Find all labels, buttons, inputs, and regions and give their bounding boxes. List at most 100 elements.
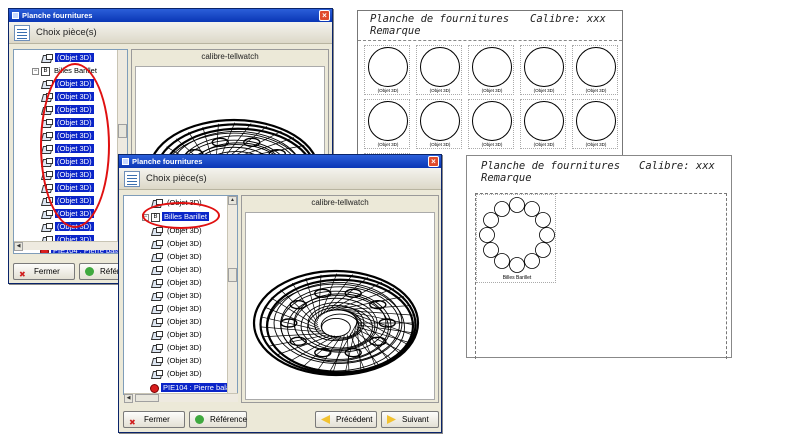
object-3d-icon xyxy=(152,330,163,340)
close-button[interactable]: Fermer xyxy=(123,411,185,428)
object-3d-icon xyxy=(152,239,163,249)
scroll-left-icon[interactable]: ◀ xyxy=(124,394,133,403)
close-button[interactable]: Fermer xyxy=(13,263,75,280)
preview-title: calibre-tellwatch xyxy=(311,198,369,207)
button-label: Référence xyxy=(210,415,247,424)
part-label: (Objet 3D) xyxy=(481,142,503,147)
reference-icon xyxy=(195,415,204,424)
tree-item[interactable]: (Objet 3D) xyxy=(152,354,204,367)
scroll-thumb[interactable] xyxy=(135,394,159,402)
button-label: Fermer xyxy=(144,415,170,424)
object-3d-icon xyxy=(152,278,163,288)
horizontal-scrollbar[interactable]: ◀ xyxy=(124,393,238,403)
part-cell: (Objet 3D) xyxy=(364,99,410,149)
object-3d-icon xyxy=(152,343,163,353)
tree-item[interactable]: (Objet 3D) xyxy=(152,315,204,328)
object-3d-icon xyxy=(152,226,163,236)
dialog-front: Planche fournitures × Choix pièce(s) (Ob… xyxy=(118,154,442,433)
billes-barillet-group: Billes Barillet xyxy=(476,194,556,283)
part-cell: (Objet 3D) xyxy=(468,99,514,149)
ball-circle xyxy=(509,257,525,273)
tree-item[interactable]: (Objet 3D) xyxy=(152,276,204,289)
button-label: Précédent xyxy=(336,415,373,424)
part-circle xyxy=(472,47,512,87)
part-circle xyxy=(472,101,512,141)
object-3d-icon xyxy=(152,317,163,327)
tree-item[interactable]: (Objet 3D) xyxy=(152,289,204,302)
tree-item-label: PIE104 : Pierre bala xyxy=(161,383,233,392)
tree-item[interactable]: (Objet 3D) xyxy=(152,367,204,380)
tree-item[interactable]: (Objet 3D) xyxy=(42,51,94,64)
object-3d-icon xyxy=(42,53,53,63)
collapse-icon[interactable]: − xyxy=(32,67,39,75)
ball-circle xyxy=(535,212,551,228)
tree-item-label: (Objet 3D) xyxy=(167,317,202,326)
watch-linework xyxy=(252,269,420,377)
app-icon xyxy=(122,158,129,165)
tree-item[interactable]: (Objet 3D) xyxy=(152,237,204,250)
tree-item[interactable]: (Objet 3D) xyxy=(152,250,204,263)
tree-item-label: (Objet 3D) xyxy=(167,356,202,365)
tree-item-label: (Objet 3D) xyxy=(55,53,94,62)
tree-item[interactable]: (Objet 3D) xyxy=(152,328,204,341)
sheet-calibre: Calibre: xxx xyxy=(639,160,715,172)
tree-item-label: (Objet 3D) xyxy=(167,278,202,287)
button-label: Fermer xyxy=(34,267,60,276)
sheet-title: Planche de fournitures xyxy=(481,160,621,172)
tree-item[interactable]: (Objet 3D) xyxy=(152,263,204,276)
assembly-icon: B xyxy=(41,66,50,76)
scroll-up-icon[interactable]: ▲ xyxy=(228,196,237,205)
part-cell: (Objet 3D) xyxy=(572,99,618,149)
ball-circle xyxy=(524,201,540,217)
highlight-ellipse xyxy=(142,202,220,229)
part-label: (Objet 3D) xyxy=(585,142,607,147)
ball-circle xyxy=(509,197,525,213)
part-circle xyxy=(524,101,564,141)
close-x-icon xyxy=(129,415,138,424)
toolbar-label: Choix pièce(s) xyxy=(146,173,207,184)
ball-ring-drawing xyxy=(479,197,555,273)
tree-item-label: (Objet 3D) xyxy=(167,343,202,352)
close-icon[interactable]: × xyxy=(428,156,439,167)
titlebar: Planche fournitures × xyxy=(9,9,332,22)
part-cell: (Objet 3D) xyxy=(520,45,566,95)
supply-sheet-bottom: Planche de fournitures Calibre: xxx Rema… xyxy=(466,155,732,359)
scroll-thumb[interactable] xyxy=(118,124,127,138)
tree-item[interactable]: (Objet 3D) xyxy=(152,302,204,315)
part-label: (Objet 3D) xyxy=(377,88,399,93)
previous-button[interactable]: Précédent xyxy=(315,411,377,428)
scroll-thumb[interactable] xyxy=(228,268,237,282)
part-label: (Objet 3D) xyxy=(377,142,399,147)
next-button[interactable]: Suivant xyxy=(381,411,439,428)
vertical-scrollbar[interactable]: ▲ xyxy=(227,196,237,394)
object-3d-icon xyxy=(152,356,163,366)
group-label: Billes Barillet xyxy=(502,275,532,281)
ball-circle xyxy=(524,253,540,269)
window-title: Planche fournitures xyxy=(22,11,93,20)
part-label: (Objet 3D) xyxy=(533,142,555,147)
tree-item-label: (Objet 3D) xyxy=(167,369,202,378)
ball-circle xyxy=(539,227,555,243)
horizontal-scrollbar[interactable]: ◀ xyxy=(14,241,118,251)
object-3d-icon xyxy=(152,304,163,314)
tree-item-label: (Objet 3D) xyxy=(167,252,202,261)
object-3d-icon xyxy=(42,222,53,232)
part-label: (Objet 3D) xyxy=(585,88,607,93)
watch-drawing xyxy=(252,269,420,377)
reference-button[interactable]: Référence xyxy=(189,411,247,428)
object-3d-icon xyxy=(152,265,163,275)
part-circle xyxy=(368,101,408,141)
part-cell: (Objet 3D) xyxy=(572,45,618,95)
parts-list-icon xyxy=(14,25,30,41)
part-cell: (Objet 3D) xyxy=(364,45,410,95)
scroll-left-icon[interactable]: ◀ xyxy=(14,242,23,251)
part-circle xyxy=(576,101,616,141)
ball-circle xyxy=(479,227,495,243)
tree-item-label: (Objet 3D) xyxy=(167,330,202,339)
part-circle xyxy=(524,47,564,87)
tree-item-label: (Objet 3D) xyxy=(167,291,202,300)
tree-item[interactable]: (Objet 3D) xyxy=(152,341,204,354)
close-icon[interactable]: × xyxy=(319,10,330,21)
preview-canvas xyxy=(245,212,435,400)
sheet-remark: Remarque xyxy=(370,25,421,37)
